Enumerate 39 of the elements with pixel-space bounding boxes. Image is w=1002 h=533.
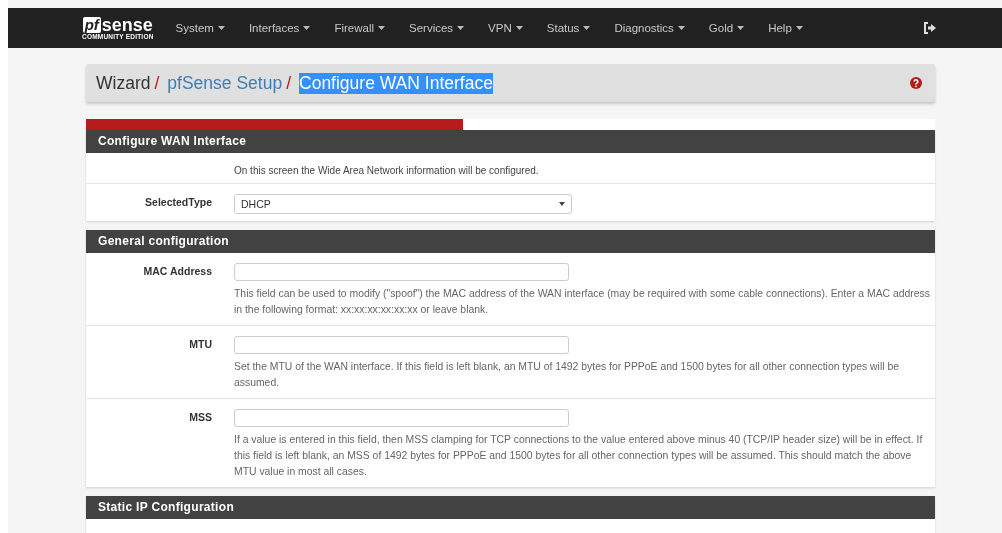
field-label: SelectedType	[145, 196, 212, 208]
nav-menu-item[interactable]: Services	[409, 22, 465, 34]
input-field[interactable]	[234, 409, 569, 427]
nav-menu-item[interactable]: Gold	[708, 22, 745, 34]
breadcrumb-item: Wizard	[96, 72, 151, 94]
caret-icon	[559, 202, 565, 206]
nav-menu-item[interactable]: VPN	[488, 22, 523, 34]
nav-menu-item[interactable]: Help	[768, 22, 803, 34]
nav-menu-item[interactable]: Interfaces	[248, 22, 311, 34]
section-header: General configuration	[86, 230, 935, 253]
field-label: MAC Address	[143, 265, 212, 277]
caret-icon	[457, 26, 465, 30]
help-text: Set the MTU of the WAN interface. If this field is left blank, an MTU of 1492 bytes for PPPoE and 1500 bytes for all other connection types will be assumed.	[234, 360, 900, 390]
caret-icon	[378, 26, 385, 30]
section-header: Configure WAN Interface	[86, 130, 935, 153]
breadcrumb-separator: /	[154, 72, 160, 94]
section-header: Static IP Configuration	[86, 496, 935, 519]
caret-icon	[677, 26, 685, 30]
input-field[interactable]	[234, 263, 569, 281]
caret-icon	[583, 26, 591, 30]
intro-text: On this screen the Wide Area Network information will be configured.	[234, 165, 540, 176]
caret-icon	[737, 26, 745, 30]
logout-icon[interactable]	[924, 22, 936, 34]
caret-icon	[515, 26, 523, 30]
nav-menu-item[interactable]: Status	[546, 22, 591, 34]
breadcrumb-separator: /	[286, 72, 291, 94]
help-text: This field can be used to modify ("spoof") the MAC address of the WAN interface (may be required with some cable connections). Enter a MAC address in the following format: xx:xx:xx:xx:xx:xx or leave blank.	[234, 287, 931, 317]
caret-icon	[217, 26, 225, 30]
input-field[interactable]	[234, 336, 569, 354]
type-dropdown[interactable]: DHCP	[234, 194, 572, 214]
caret-icon	[303, 26, 311, 30]
caret-icon	[795, 26, 803, 30]
nav-menu-item[interactable]: Diagnostics	[614, 22, 685, 34]
field-label: MSS	[189, 411, 212, 423]
nav-menu-item[interactable]: Firewall	[334, 22, 385, 34]
help-icon[interactable]	[910, 77, 922, 89]
help-text: If a value is entered in this field, then MSS clamping for TCP connections to the value entered above minus 40 (TCP/IP header size) will be in effect. If this field is left blank, an MSS of 1492 bytes for PPPoE and 1500 bytes for all other connection types will be assumed. This should match the above MTU value in most all cases.	[234, 433, 924, 479]
nav-menu-item[interactable]: System	[175, 22, 225, 34]
field-label: MTU	[189, 338, 212, 350]
